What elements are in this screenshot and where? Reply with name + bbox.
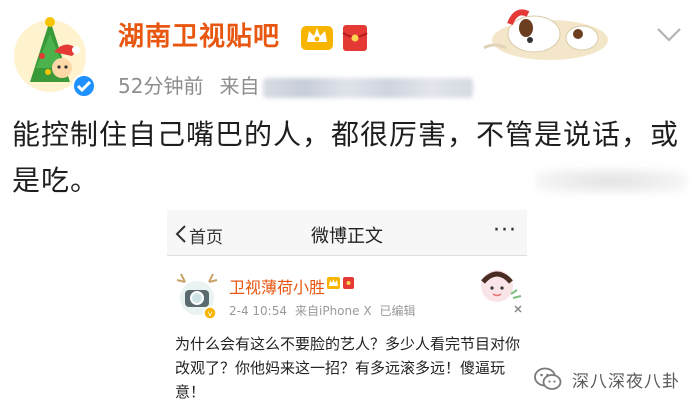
embedded-post-date: 2-4 10:54 [229,304,287,318]
blurred-source-name [263,77,474,98]
watermark-text: 深八深夜八卦 [570,366,682,392]
svg-text:v: v [208,309,213,318]
post-time: 52分钟前 [118,74,204,98]
embedded-post: v 卫视薄荷小胜 2-4 10:54 来自iPhone X 已编辑 为什么会有这… [167,256,527,408]
crown-badge-icon [301,26,333,50]
embedded-post-meta: 2-4 10:54 来自iPhone X 已编辑 [229,302,416,319]
embedded-post-source: 来自iPhone X [295,304,372,318]
post-meta: 52分钟前 来自 [118,70,474,99]
author-avatar[interactable] [10,12,100,98]
weibo-post-screenshot: 湖南卫视贴吧 52分钟前 来自 能控制住自己嘴巴的人，都很厉害，不管是说话，或是吃… [0,0,695,408]
blurred-region [536,168,686,194]
embedded-post-edited: 已编辑 [379,304,416,318]
embedded-nav-title: 微博正文 [311,226,383,247]
dog-decoration [483,9,608,60]
embedded-badges [327,277,354,289]
red-envelope-icon [342,25,368,51]
embedded-post-text: 为什么会有这么不要脸的艺人？多少人看完节目对你改观了？你他妈来这一招？有多远滚多… [175,335,521,401]
embedded-nav-bar: 首页 微博正文 ··· [167,210,527,256]
more-dots-icon[interactable]: ··· [493,218,517,243]
watermark: 深八深夜八卦 [534,364,682,394]
chevron-down-icon[interactable] [656,26,682,44]
wechat-icon [534,367,562,390]
post-author-name[interactable]: 湖南卫视贴吧 [118,16,280,53]
embedded-screenshot: 首页 微博正文 ··· v 卫视薄荷小胜 2-4 10:54来自iPhone [167,210,527,408]
post-source-prefix: 来自 [219,74,260,98]
embedded-author-avatar[interactable]: v [175,272,219,320]
embedded-author-name[interactable]: 卫视薄荷小胜 [229,274,325,298]
embedded-decoration [481,270,522,313]
